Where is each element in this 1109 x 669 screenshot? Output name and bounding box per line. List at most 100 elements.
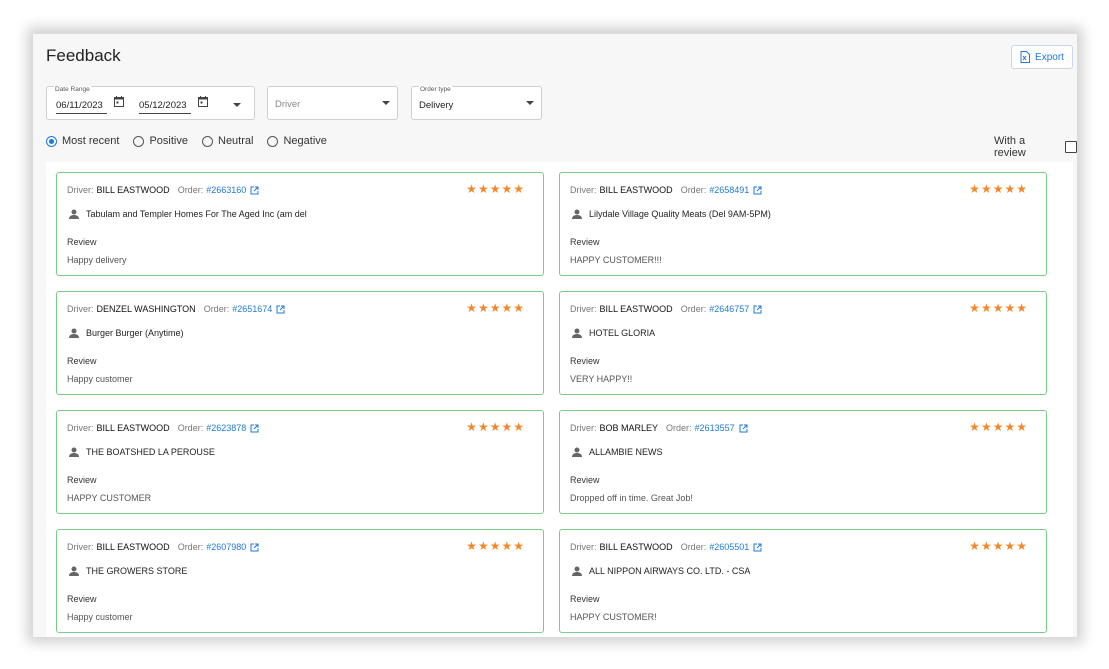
star-icon: ★ [969,420,980,434]
star-icon: ★ [489,539,501,553]
card-header: Driver: BILL EASTWOOD Order: #2658491 [570,185,762,195]
external-link-icon[interactable] [753,186,762,195]
order-label: Order: [177,542,204,552]
order-link[interactable]: #2623878 [206,423,246,433]
date-range-picker[interactable]: Date Range 06/11/2023 05/12/2023 [46,86,255,120]
review-text: VERY HAPPY!! [570,374,633,384]
customer-row: THE BOATSHED LA PEROUSE [69,447,215,457]
start-date-value: 06/11/2023 [56,100,103,111]
review-label: Review [570,594,600,604]
star-icon: ★ [513,420,524,434]
with-review-checkbox[interactable] [1065,141,1077,153]
external-link-icon[interactable] [250,543,259,552]
order-link[interactable]: #2658491 [709,185,749,195]
card-header: Driver: BILL EASTWOOD Order: #2646757 [570,304,762,314]
review-text: Happy customer [67,374,133,384]
radio-most-recent[interactable]: Most recent [46,135,119,147]
feedback-card: Driver: BILL EASTWOOD Order: #2605501 ★ ★… [559,529,1047,633]
order-link[interactable]: #2613557 [695,423,735,433]
chevron-down-icon [526,101,534,105]
driver-select[interactable]: Driver [267,86,398,120]
driver-name: BOB MARLEY [599,423,659,433]
driver-name: DENZEL WASHINGTON [96,304,196,314]
external-link-icon[interactable] [250,424,259,433]
star-icon: ★ [501,182,513,196]
with-review-toggle[interactable]: With a review [994,135,1077,159]
review-text: Happy customer [67,612,133,622]
feedback-card: Driver: BILL EASTWOOD Order: #2658491 ★ ★… [559,172,1047,276]
star-icon: ★ [501,301,513,315]
order-link[interactable]: #2663160 [206,185,246,195]
calendar-icon[interactable] [198,96,208,107]
feedback-window: Feedback Export Date Range 06/11/2023 05… [33,33,1077,637]
order-link[interactable]: #2651674 [232,304,272,314]
driver-label: Driver: [570,304,597,314]
star-rating: ★ ★ ★ ★ ★ [466,421,524,433]
star-icon: ★ [513,539,524,553]
star-icon: ★ [980,301,992,315]
customer-name: THE GROWERS STORE [86,566,188,576]
customer-name: HOTEL GLORIA [589,328,656,338]
radio-negative[interactable]: Negative [267,135,327,147]
driver-label: Driver: [67,542,94,552]
star-icon: ★ [992,182,1004,196]
external-link-icon[interactable] [753,305,762,314]
driver-name: BILL EASTWOOD [599,542,673,552]
order-label: Order: [680,542,707,552]
person-icon [69,328,79,338]
person-icon [572,328,582,338]
card-header: Driver: BILL EASTWOOD Order: #2605501 [570,542,762,552]
review-label: Review [67,237,97,247]
radio-unselected-icon [133,135,145,147]
star-icon: ★ [513,182,524,196]
star-icon: ★ [1016,301,1027,315]
order-label: Order: [666,423,692,433]
star-icon: ★ [1004,182,1016,196]
external-link-icon[interactable] [276,305,285,314]
star-icon: ★ [477,301,489,315]
review-text: HAPPY CUSTOMER! [570,612,657,622]
customer-name: THE BOATSHED LA PEROUSE [86,447,215,457]
review-label: Review [67,356,97,366]
driver-label: Driver: [67,304,94,314]
order-link[interactable]: #2646757 [709,304,749,314]
sentiment-filter: Most recent Positive Neutral Negative [46,135,327,147]
external-link-icon[interactable] [739,424,748,433]
radio-neutral[interactable]: Neutral [202,135,253,147]
chevron-down-icon[interactable] [233,103,241,107]
star-icon: ★ [466,420,477,434]
order-type-label: Order type [419,86,452,93]
customer-row: Burger Burger (Anytime) [69,328,184,338]
order-link[interactable]: #2605501 [709,542,749,552]
customer-row: Lilydale Village Quality Meats (Del 9AM-… [572,209,771,219]
star-icon: ★ [466,182,477,196]
order-type-value: Delivery [419,100,454,111]
feedback-card: Driver: BILL EASTWOOD Order: #2663160 ★ ★… [56,172,544,276]
radio-positive[interactable]: Positive [133,135,188,147]
export-button[interactable]: Export [1011,45,1073,69]
star-icon: ★ [466,539,477,553]
feedback-card: Driver: DENZEL WASHINGTON Order: #265167… [56,291,544,395]
export-label: Export [1035,51,1064,63]
calendar-icon[interactable] [114,96,124,107]
start-date-input[interactable]: 06/11/2023 [56,100,107,114]
star-icon: ★ [1016,420,1027,434]
order-type-select[interactable]: Order type Delivery [411,86,542,120]
external-link-icon[interactable] [753,543,762,552]
star-rating: ★ ★ ★ ★ ★ [466,540,524,552]
external-link-icon[interactable] [250,186,259,195]
driver-placeholder: Driver [275,99,301,110]
star-icon: ★ [980,420,992,434]
order-link[interactable]: #2607980 [206,542,246,552]
radio-selected-icon [46,135,57,147]
end-date-input[interactable]: 05/12/2023 [139,100,191,114]
star-icon: ★ [489,182,501,196]
star-icon: ★ [489,420,501,434]
review-text: Happy delivery [67,255,127,265]
order-label: Order: [680,304,707,314]
page-title: Feedback [46,46,121,65]
customer-name: Lilydale Village Quality Meats (Del 9AM-… [589,209,771,219]
date-range-label: Date Range [54,86,91,93]
person-icon [69,209,79,219]
customer-row: ALLAMBIE NEWS [572,447,663,457]
